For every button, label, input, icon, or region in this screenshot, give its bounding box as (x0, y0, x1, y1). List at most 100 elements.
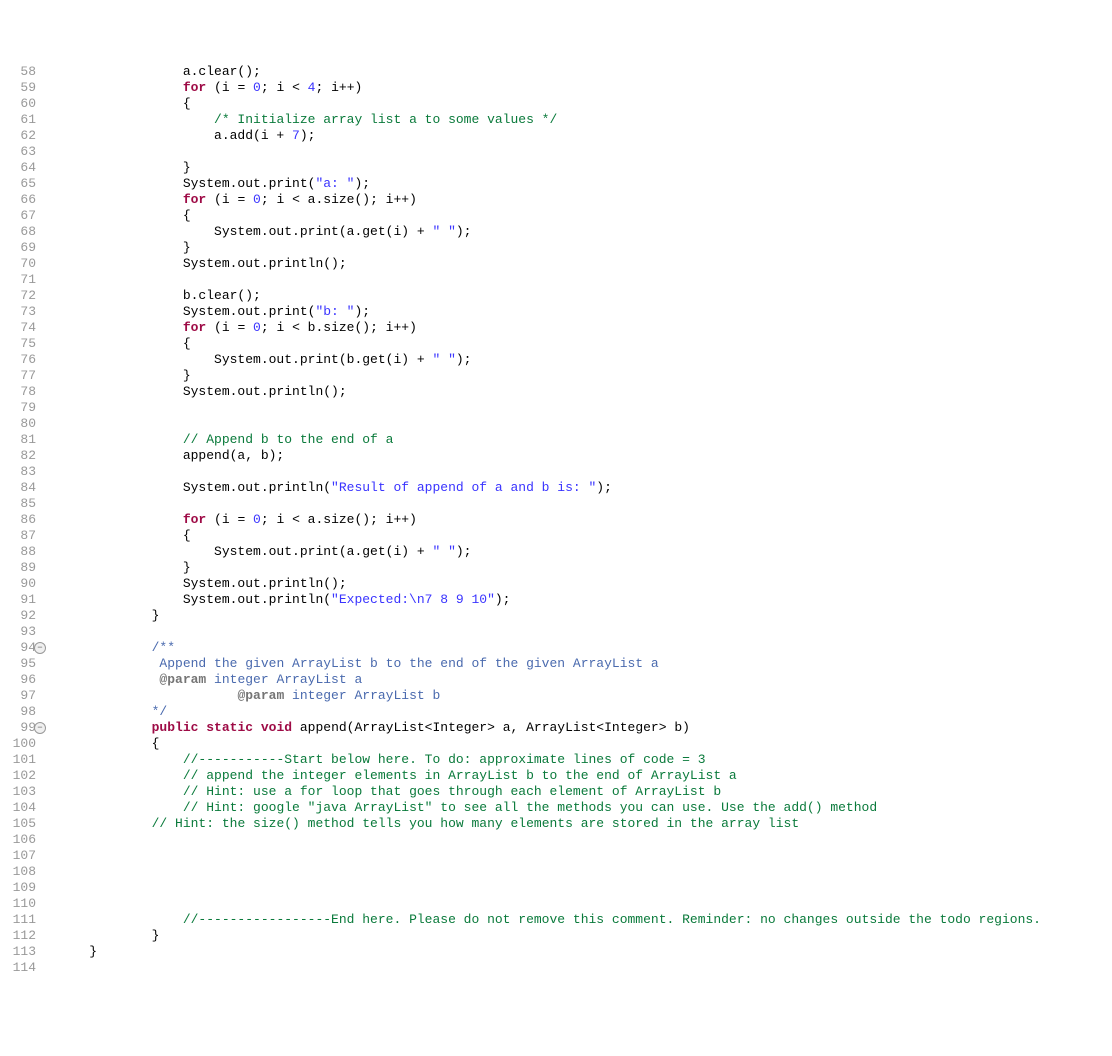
token-plain: ); (456, 224, 472, 239)
code-line[interactable]: } (58, 560, 1112, 576)
token-plain: System.out.println(); (58, 384, 347, 399)
code-line[interactable] (58, 400, 1112, 416)
token-plain: System.out.print(b.get(i) + (58, 352, 432, 367)
code-line[interactable] (58, 960, 1112, 976)
code-line[interactable] (58, 416, 1112, 432)
code-line[interactable]: for (i = 0; i < a.size(); i++) (58, 192, 1112, 208)
code-line[interactable]: // Hint: the size() method tells you how… (58, 816, 1112, 832)
line-number: 106 (0, 832, 36, 848)
token-plain: System.out.println( (58, 480, 331, 495)
code-line[interactable]: System.out.println(); (58, 384, 1112, 400)
code-line[interactable] (58, 880, 1112, 896)
code-line[interactable]: a.add(i + 7); (58, 128, 1112, 144)
code-line[interactable]: } (58, 160, 1112, 176)
token-plain: (i = (206, 320, 253, 335)
token-plain: ; i < a.size(); i++) (261, 192, 417, 207)
line-number: 80 (0, 416, 36, 432)
code-line[interactable] (58, 864, 1112, 880)
code-line[interactable]: //-----------Start below here. To do: ap… (58, 752, 1112, 768)
code-line[interactable] (58, 464, 1112, 480)
code-line[interactable]: System.out.print("b: "); (58, 304, 1112, 320)
code-line[interactable]: System.out.println(); (58, 256, 1112, 272)
code-editor[interactable]: 5859606162636465666768697071727374757677… (0, 64, 1112, 976)
token-plain (58, 720, 152, 735)
code-line[interactable]: System.out.print(a.get(i) + " "); (58, 224, 1112, 240)
code-line[interactable]: { (58, 208, 1112, 224)
token-str: " " (432, 544, 455, 559)
code-line[interactable]: { (58, 528, 1112, 544)
code-line[interactable]: // Hint: google "java ArrayList" to see … (58, 800, 1112, 816)
code-line[interactable]: @param integer ArrayList b (58, 688, 1112, 704)
fold-toggle-icon[interactable]: − (34, 642, 46, 654)
token-num: 0 (253, 320, 261, 335)
code-line[interactable]: System.out.println("Result of append of … (58, 480, 1112, 496)
code-line[interactable]: Append the given ArrayList b to the end … (58, 656, 1112, 672)
code-line[interactable] (58, 896, 1112, 912)
line-number: 59 (0, 80, 36, 96)
line-number: 97 (0, 688, 36, 704)
code-line[interactable]: // append the integer elements in ArrayL… (58, 768, 1112, 784)
code-line[interactable]: public static void append(ArrayList<Inte… (58, 720, 1112, 736)
code-line[interactable]: for (i = 0; i < a.size(); i++) (58, 512, 1112, 528)
line-number: 110 (0, 896, 36, 912)
code-line[interactable]: // Append b to the end of a (58, 432, 1112, 448)
code-line[interactable]: // Hint: use a for loop that goes throug… (58, 784, 1112, 800)
fold-toggle-icon[interactable]: − (34, 722, 46, 734)
token-plain: ); (300, 128, 316, 143)
code-line[interactable]: } (58, 368, 1112, 384)
line-number: 83 (0, 464, 36, 480)
line-number: 107 (0, 848, 36, 864)
code-line[interactable]: System.out.println(); (58, 576, 1112, 592)
code-line[interactable]: */ (58, 704, 1112, 720)
code-line[interactable] (58, 144, 1112, 160)
line-number: 72 (0, 288, 36, 304)
code-line[interactable]: for (i = 0; i < b.size(); i++) (58, 320, 1112, 336)
code-line[interactable]: { (58, 96, 1112, 112)
code-area[interactable]: a.clear(); for (i = 0; i < 4; i++) { /* … (40, 64, 1112, 976)
token-plain: } (58, 368, 191, 383)
code-line[interactable]: for (i = 0; i < 4; i++) (58, 80, 1112, 96)
code-line[interactable]: } (58, 944, 1112, 960)
line-number: 104 (0, 800, 36, 816)
code-line[interactable]: System.out.print(b.get(i) + " "); (58, 352, 1112, 368)
code-line[interactable]: System.out.println("Expected:\n7 8 9 10"… (58, 592, 1112, 608)
code-line[interactable]: System.out.print("a: "); (58, 176, 1112, 192)
code-line[interactable]: { (58, 736, 1112, 752)
line-number: 113 (0, 944, 36, 960)
line-number: 89 (0, 560, 36, 576)
code-line[interactable]: b.clear(); (58, 288, 1112, 304)
token-plain: } (58, 928, 159, 943)
code-line[interactable]: { (58, 336, 1112, 352)
code-line[interactable]: /** (58, 640, 1112, 656)
token-cmt: // Hint: the size() method tells you how… (152, 816, 800, 831)
line-number: 62 (0, 128, 36, 144)
token-plain (58, 192, 183, 207)
code-line[interactable]: @param integer ArrayList a (58, 672, 1112, 688)
code-line[interactable] (58, 848, 1112, 864)
token-num: 7 (292, 128, 300, 143)
code-line[interactable]: } (58, 240, 1112, 256)
line-number: 61 (0, 112, 36, 128)
code-line[interactable] (58, 624, 1112, 640)
line-number: 93 (0, 624, 36, 640)
code-line[interactable]: //-----------------End here. Please do n… (58, 912, 1112, 928)
line-number: 77 (0, 368, 36, 384)
code-line[interactable]: } (58, 608, 1112, 624)
line-number: 102 (0, 768, 36, 784)
code-line[interactable] (58, 832, 1112, 848)
code-line[interactable]: } (58, 928, 1112, 944)
token-plain: ; i++) (315, 80, 362, 95)
code-line[interactable]: a.clear(); (58, 64, 1112, 80)
line-number: 58 (0, 64, 36, 80)
token-cmt: // append the integer elements in ArrayL… (183, 768, 737, 783)
token-plain: b.clear(); (58, 288, 261, 303)
code-line[interactable]: /* Initialize array list a to some value… (58, 112, 1112, 128)
code-line[interactable] (58, 272, 1112, 288)
code-line[interactable] (58, 496, 1112, 512)
token-kw: for (183, 192, 206, 207)
token-plain: ); (456, 352, 472, 367)
code-line[interactable]: System.out.print(a.get(i) + " "); (58, 544, 1112, 560)
code-line[interactable]: append(a, b); (58, 448, 1112, 464)
token-plain: append(ArrayList<Integer> a, ArrayList<I… (292, 720, 690, 735)
token-plain (58, 688, 237, 703)
